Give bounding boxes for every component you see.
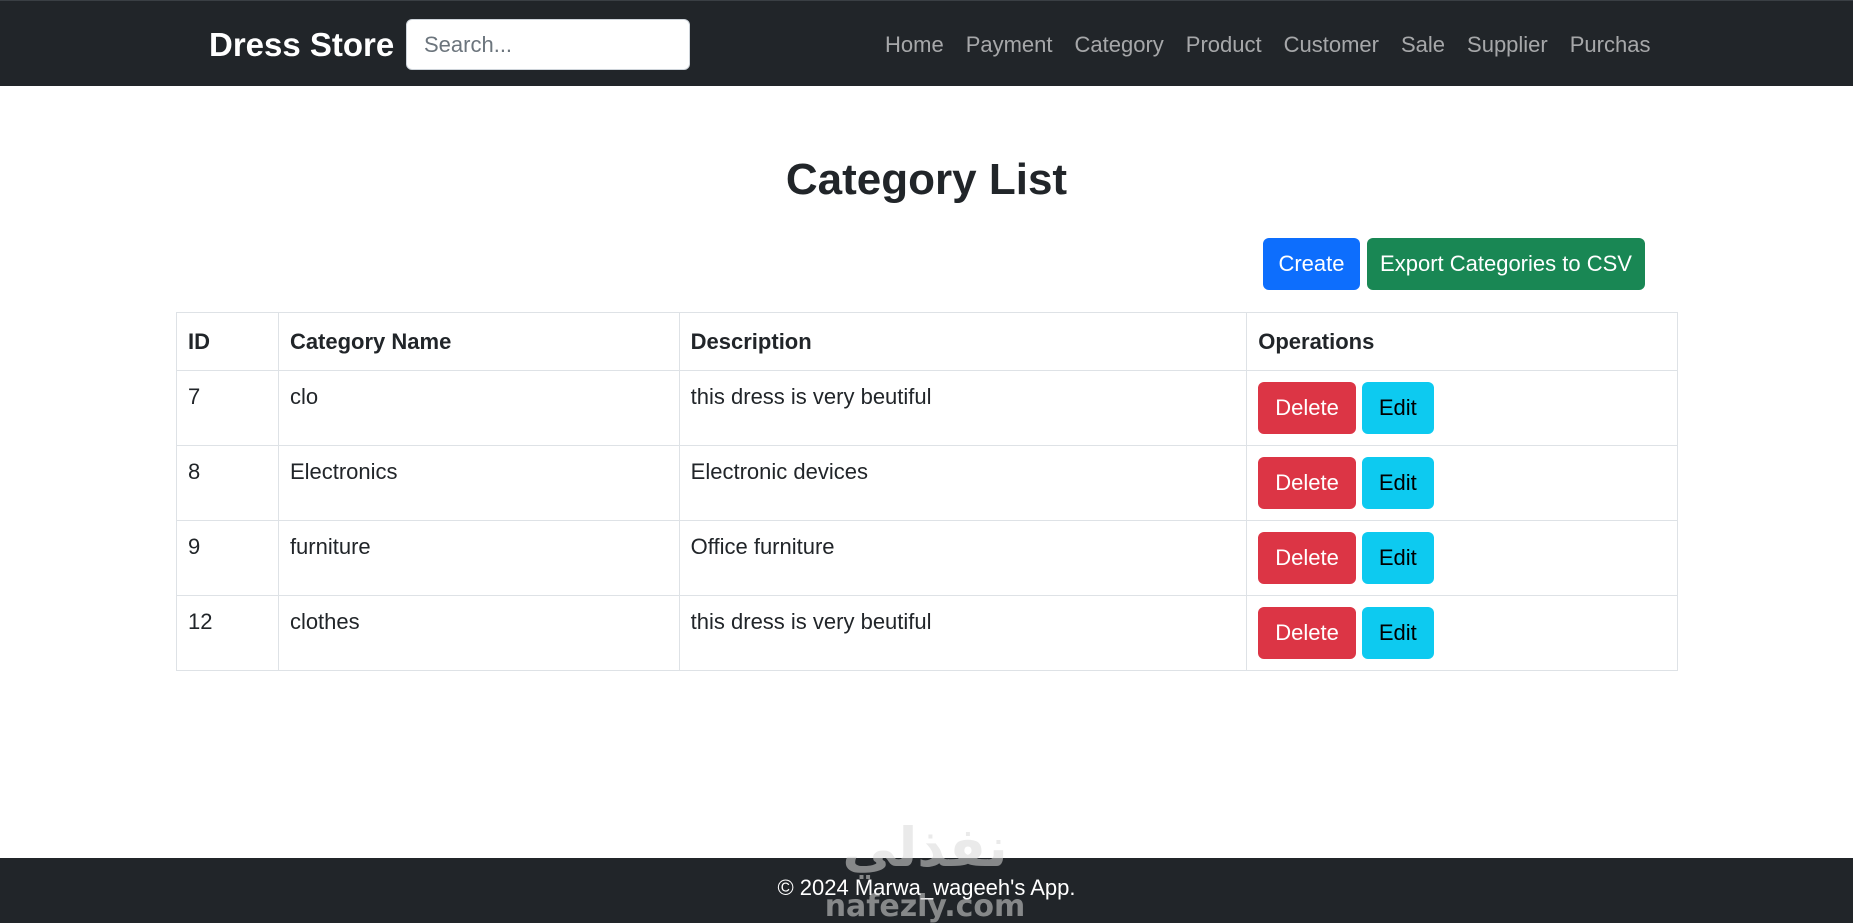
table-row: 8 Electronics Electronic devices Delete … bbox=[176, 445, 1678, 521]
cell-description: Office furniture bbox=[678, 520, 1248, 596]
top-navbar: Dress Store Home Payment Category Produc… bbox=[0, 0, 1853, 86]
page-title: Category List bbox=[785, 155, 1068, 204]
delete-button[interactable]: Delete bbox=[1258, 607, 1356, 659]
nav-link-product[interactable]: Product bbox=[1175, 29, 1273, 61]
header-category-name: Category Name bbox=[277, 312, 680, 371]
cell-operations: Delete Edit bbox=[1246, 445, 1678, 521]
edit-button[interactable]: Edit bbox=[1361, 382, 1434, 434]
delete-button[interactable]: Delete bbox=[1258, 532, 1356, 584]
cell-id: 8 bbox=[176, 445, 279, 521]
nav-link-supplier[interactable]: Supplier bbox=[1456, 29, 1559, 61]
cell-category-name: clo bbox=[277, 370, 680, 446]
delete-button[interactable]: Delete bbox=[1258, 382, 1356, 434]
cell-id: 12 bbox=[176, 595, 279, 671]
table-row: 12 clothes this dress is very beutiful D… bbox=[176, 595, 1678, 671]
edit-button[interactable]: Edit bbox=[1361, 607, 1434, 659]
nav-link-customer[interactable]: Customer bbox=[1273, 29, 1390, 61]
nav-link-home[interactable]: Home bbox=[874, 29, 955, 61]
create-button[interactable]: Create bbox=[1263, 238, 1360, 290]
search-input[interactable] bbox=[406, 19, 690, 70]
cell-operations: Delete Edit bbox=[1246, 520, 1678, 596]
table-header-row: ID Category Name Description Operations bbox=[176, 312, 1678, 371]
cell-operations: Delete Edit bbox=[1246, 595, 1678, 671]
nav-link-purchase[interactable]: Purchas bbox=[1559, 29, 1662, 61]
cell-operations: Delete Edit bbox=[1246, 370, 1678, 446]
table-row: 9 furniture Office furniture Delete Edit bbox=[176, 520, 1678, 596]
header-id: ID bbox=[176, 312, 279, 371]
cell-id: 9 bbox=[176, 520, 279, 596]
nav-link-category[interactable]: Category bbox=[1064, 29, 1175, 61]
category-table: ID Category Name Description Operations … bbox=[176, 312, 1678, 671]
footer: © 2024 Marwa_wageeh's App. bbox=[0, 858, 1853, 923]
edit-button[interactable]: Edit bbox=[1361, 457, 1434, 509]
brand-logo[interactable]: Dress Store bbox=[209, 25, 394, 65]
table-row: 7 clo this dress is very beutiful Delete… bbox=[176, 370, 1678, 446]
export-csv-button[interactable]: Export Categories to CSV bbox=[1367, 238, 1645, 290]
cell-description: this dress is very beutiful bbox=[678, 595, 1248, 671]
cell-category-name: Electronics bbox=[277, 445, 680, 521]
nav-links: Home Payment Category Product Customer S… bbox=[874, 29, 1661, 61]
nav-link-payment[interactable]: Payment bbox=[955, 29, 1064, 61]
nav-link-sale[interactable]: Sale bbox=[1390, 29, 1456, 61]
cell-id: 7 bbox=[176, 370, 279, 446]
cell-category-name: clothes bbox=[277, 595, 680, 671]
cell-description: Electronic devices bbox=[678, 445, 1248, 521]
cell-category-name: furniture bbox=[277, 520, 680, 596]
footer-copyright: © 2024 Marwa_wageeh's App. bbox=[777, 875, 1076, 900]
header-operations: Operations bbox=[1246, 312, 1678, 371]
delete-button[interactable]: Delete bbox=[1258, 457, 1356, 509]
header-description: Description bbox=[678, 312, 1248, 371]
cell-description: this dress is very beutiful bbox=[678, 370, 1248, 446]
edit-button[interactable]: Edit bbox=[1361, 532, 1434, 584]
